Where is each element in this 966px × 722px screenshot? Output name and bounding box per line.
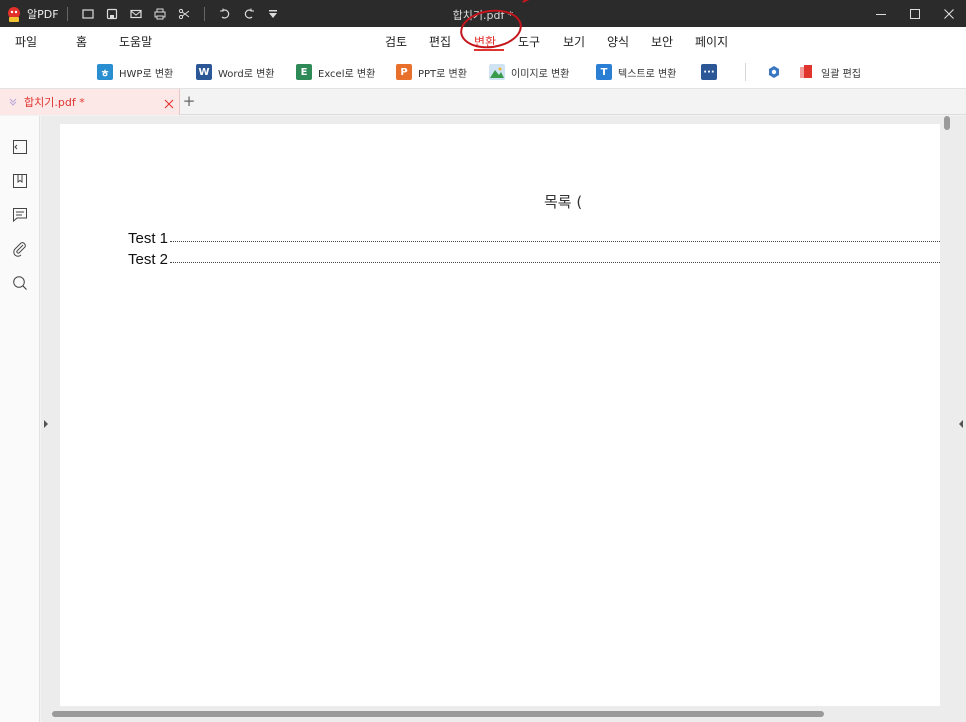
menu-tools[interactable]: 도구 (518, 33, 540, 50)
toc-entry-label: Test 1 (128, 230, 169, 247)
menu-security[interactable]: 보안 (651, 33, 673, 50)
save-icon[interactable] (100, 0, 124, 27)
pdf-page (60, 124, 940, 706)
toc-title: 목록 ( (544, 193, 583, 211)
minimize-button[interactable] (864, 0, 898, 27)
text-convert-button[interactable]: T 텍스트로 변환 (596, 63, 676, 81)
hwp-convert-button[interactable]: ㅎ HWP로 변환 (97, 63, 173, 81)
search-icon[interactable] (11, 274, 29, 292)
word-convert-label: Word로 변환 (218, 68, 275, 80)
print-icon[interactable] (148, 0, 172, 27)
text-icon: T (596, 64, 612, 80)
toolbar-separator (745, 63, 746, 81)
close-tab-icon[interactable] (163, 95, 175, 109)
customize-dropdown-icon[interactable] (261, 0, 285, 27)
menu-review[interactable]: 검토 (385, 33, 407, 50)
active-menu-underline (474, 49, 504, 51)
hwp-convert-label: HWP로 변환 (119, 68, 174, 80)
image-convert-label: 이미지로 변환 (511, 68, 570, 80)
menu-help[interactable]: 도움말 (119, 33, 152, 50)
thumbnail-panel-icon[interactable] (11, 138, 29, 156)
excel-convert-button[interactable]: E Excel로 변환 (296, 63, 375, 81)
bookmark-icon[interactable] (11, 172, 29, 190)
toc-entry[interactable]: Test 2 (128, 248, 940, 268)
scissors-icon[interactable] (172, 0, 196, 27)
app-logo-icon (4, 4, 24, 24)
redo-icon[interactable] (237, 0, 261, 27)
hwp-icon: ㅎ (97, 64, 113, 80)
image-icon (489, 64, 505, 80)
ppt-convert-button[interactable]: P PPT로 변환 (396, 63, 467, 81)
excel-icon: E (296, 64, 312, 80)
titlebar-separator (203, 6, 205, 21)
batch-edit-icon (799, 64, 815, 80)
excel-convert-label: Excel로 변환 (318, 68, 376, 80)
text-convert-label: 텍스트로 변환 (618, 68, 677, 80)
undo-icon[interactable] (213, 0, 237, 27)
app-name: 알PDF (27, 7, 59, 21)
menu-page[interactable]: 페이지 (695, 33, 728, 50)
maximize-button[interactable] (898, 0, 932, 27)
titlebar-separator (66, 6, 68, 21)
more-options-button[interactable]: ··· (701, 63, 723, 81)
document-tab-bar: 합치기.pdf * + (0, 89, 966, 115)
word-convert-button[interactable]: W Word로 변환 (196, 63, 274, 81)
comment-icon[interactable] (11, 206, 29, 224)
word-icon: W (196, 64, 212, 80)
batch-edit-button[interactable]: 일괄 편집 (799, 63, 861, 81)
add-tab-button[interactable]: + (182, 92, 196, 110)
attachment-icon[interactable] (11, 240, 29, 258)
menu-file[interactable]: 파일 (15, 33, 37, 50)
vertical-scrollbar[interactable] (944, 116, 950, 130)
menu-home[interactable]: 홈 (76, 33, 87, 50)
toc-entry[interactable]: Test 1 (128, 227, 940, 247)
left-sidebar (0, 116, 40, 722)
ppt-convert-label: PPT로 변환 (418, 68, 467, 80)
settings-button[interactable] (766, 63, 788, 81)
collapse-right-panel-icon[interactable] (957, 414, 965, 428)
document-tab[interactable]: 합치기.pdf * (0, 89, 180, 115)
horizontal-scrollbar[interactable] (52, 711, 824, 717)
chevron-down-icon[interactable] (8, 97, 20, 107)
menu-view[interactable]: 보기 (563, 33, 585, 50)
more-icon: ··· (701, 64, 717, 80)
gear-icon (766, 64, 782, 80)
mail-icon[interactable] (124, 0, 148, 27)
ppt-icon: P (396, 64, 412, 80)
toc-leader-dots (170, 241, 940, 242)
document-tab-label: 합치기.pdf * (24, 96, 85, 109)
toc-entry-label: Test 2 (128, 251, 169, 268)
batch-edit-label: 일괄 편집 (821, 68, 861, 80)
close-window-button[interactable] (932, 0, 966, 27)
toc-leader-dots (170, 262, 940, 263)
convert-toolbar: ㅎ HWP로 변환 W Word로 변환 E Excel로 변환 P PPT로 … (0, 55, 966, 89)
open-icon[interactable] (76, 0, 100, 27)
menu-edit[interactable]: 편집 (429, 33, 451, 50)
collapse-left-panel-icon[interactable] (42, 414, 50, 428)
image-convert-button[interactable]: 이미지로 변환 (489, 63, 569, 81)
menu-form[interactable]: 양식 (607, 33, 629, 50)
